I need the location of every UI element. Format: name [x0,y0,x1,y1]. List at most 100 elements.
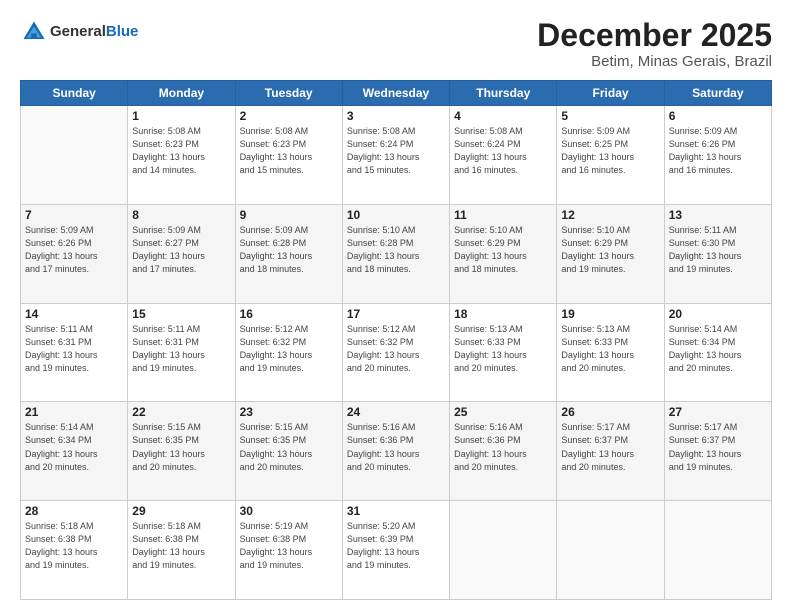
calendar-week-row: 1 Sunrise: 5:08 AM Sunset: 6:23 PM Daylig… [21,106,772,205]
month-title: December 2025 [537,18,772,53]
table-row: 10 Sunrise: 5:10 AM Sunset: 6:28 PM Dayli… [342,204,449,303]
day-info: Sunrise: 5:14 AM Sunset: 6:34 PM Dayligh… [25,421,123,473]
table-row [664,501,771,600]
day-number: 26 [561,405,659,419]
table-row: 24Sunrise: 5:16 AM Sunset: 6:36 PM Dayli… [342,402,449,501]
title-section: December 2025 Betim, Minas Gerais, Brazi… [537,18,772,70]
calendar-week-row: 21Sunrise: 5:14 AM Sunset: 6:34 PM Dayli… [21,402,772,501]
logo-icon [20,18,48,46]
day-number: 30 [240,504,338,518]
table-row: 2 Sunrise: 5:08 AM Sunset: 6:23 PM Daylig… [235,106,342,205]
day-info: Sunrise: 5:09 AM Sunset: 6:25 PM Dayligh… [561,125,659,177]
table-row: 8 Sunrise: 5:09 AM Sunset: 6:27 PM Daylig… [128,204,235,303]
day-info: Sunrise: 5:13 AM Sunset: 6:33 PM Dayligh… [561,323,659,375]
day-info: Sunrise: 5:12 AM Sunset: 6:32 PM Dayligh… [240,323,338,375]
day-info: Sunrise: 5:18 AM Sunset: 6:38 PM Dayligh… [132,520,230,572]
table-row: 14 Sunrise: 5:11 AM Sunset: 6:31 PM Dayli… [21,303,128,402]
header-saturday: Saturday [664,81,771,106]
table-row: 4 Sunrise: 5:08 AM Sunset: 6:24 PM Daylig… [450,106,557,205]
table-row [450,501,557,600]
table-row: 29 Sunrise: 5:18 AM Sunset: 6:38 PM Dayli… [128,501,235,600]
day-info: Sunrise: 5:15 AM Sunset: 6:35 PM Dayligh… [240,421,338,473]
day-number: 11 [454,208,552,222]
day-number: 13 [669,208,767,222]
logo-general: General [50,23,106,40]
day-info: Sunrise: 5:17 AM Sunset: 6:37 PM Dayligh… [669,421,767,473]
location-subtitle: Betim, Minas Gerais, Brazil [537,53,772,70]
calendar-week-row: 28 Sunrise: 5:18 AM Sunset: 6:38 PM Dayli… [21,501,772,600]
table-row: 18Sunrise: 5:13 AM Sunset: 6:33 PM Dayli… [450,303,557,402]
day-number: 12 [561,208,659,222]
day-info: Sunrise: 5:09 AM Sunset: 6:26 PM Dayligh… [669,125,767,177]
day-number: 7 [25,208,123,222]
day-number: 31 [347,504,445,518]
day-info: Sunrise: 5:13 AM Sunset: 6:33 PM Dayligh… [454,323,552,375]
day-info: Sunrise: 5:11 AM Sunset: 6:31 PM Dayligh… [132,323,230,375]
day-number: 3 [347,109,445,123]
day-number: 29 [132,504,230,518]
table-row: 9Sunrise: 5:09 AM Sunset: 6:28 PM Daylig… [235,204,342,303]
day-info: Sunrise: 5:08 AM Sunset: 6:23 PM Dayligh… [240,125,338,177]
logo: GeneralBlue [20,18,138,46]
day-number: 19 [561,307,659,321]
table-row: 16 Sunrise: 5:12 AM Sunset: 6:32 PM Dayli… [235,303,342,402]
day-number: 14 [25,307,123,321]
table-row: 6 Sunrise: 5:09 AM Sunset: 6:26 PM Daylig… [664,106,771,205]
header-wednesday: Wednesday [342,81,449,106]
table-row: 30Sunrise: 5:19 AM Sunset: 6:38 PM Dayli… [235,501,342,600]
day-info: Sunrise: 5:08 AM Sunset: 6:24 PM Dayligh… [454,125,552,177]
day-number: 8 [132,208,230,222]
table-row: 1 Sunrise: 5:08 AM Sunset: 6:23 PM Daylig… [128,106,235,205]
day-info: Sunrise: 5:20 AM Sunset: 6:39 PM Dayligh… [347,520,445,572]
table-row: 7 Sunrise: 5:09 AM Sunset: 6:26 PM Daylig… [21,204,128,303]
table-row: 11 Sunrise: 5:10 AM Sunset: 6:29 PM Dayli… [450,204,557,303]
header-tuesday: Tuesday [235,81,342,106]
table-row: 3Sunrise: 5:08 AM Sunset: 6:24 PM Daylig… [342,106,449,205]
table-row: 28 Sunrise: 5:18 AM Sunset: 6:38 PM Dayli… [21,501,128,600]
header-thursday: Thursday [450,81,557,106]
table-row: 21Sunrise: 5:14 AM Sunset: 6:34 PM Dayli… [21,402,128,501]
day-number: 16 [240,307,338,321]
day-info: Sunrise: 5:11 AM Sunset: 6:30 PM Dayligh… [669,224,767,276]
table-row: 25Sunrise: 5:16 AM Sunset: 6:36 PM Dayli… [450,402,557,501]
day-info: Sunrise: 5:09 AM Sunset: 6:28 PM Dayligh… [240,224,338,276]
day-info: Sunrise: 5:09 AM Sunset: 6:26 PM Dayligh… [25,224,123,276]
day-info: Sunrise: 5:08 AM Sunset: 6:23 PM Dayligh… [132,125,230,177]
calendar-table: Sunday Monday Tuesday Wednesday Thursday… [20,80,772,600]
day-number: 27 [669,405,767,419]
day-number: 10 [347,208,445,222]
table-row [21,106,128,205]
day-info: Sunrise: 5:09 AM Sunset: 6:27 PM Dayligh… [132,224,230,276]
day-info: Sunrise: 5:16 AM Sunset: 6:36 PM Dayligh… [347,421,445,473]
table-row: 13 Sunrise: 5:11 AM Sunset: 6:30 PM Dayli… [664,204,771,303]
day-info: Sunrise: 5:10 AM Sunset: 6:29 PM Dayligh… [561,224,659,276]
day-info: Sunrise: 5:15 AM Sunset: 6:35 PM Dayligh… [132,421,230,473]
header-friday: Friday [557,81,664,106]
day-number: 1 [132,109,230,123]
table-row: 23Sunrise: 5:15 AM Sunset: 6:35 PM Dayli… [235,402,342,501]
day-info: Sunrise: 5:10 AM Sunset: 6:28 PM Dayligh… [347,224,445,276]
day-info: Sunrise: 5:11 AM Sunset: 6:31 PM Dayligh… [25,323,123,375]
header-monday: Monday [128,81,235,106]
day-number: 4 [454,109,552,123]
day-number: 15 [132,307,230,321]
calendar-body: 1 Sunrise: 5:08 AM Sunset: 6:23 PM Daylig… [21,106,772,600]
day-number: 6 [669,109,767,123]
day-number: 22 [132,405,230,419]
logo-blue: Blue [106,23,139,40]
table-row: 12 Sunrise: 5:10 AM Sunset: 6:29 PM Dayli… [557,204,664,303]
table-row: 22 Sunrise: 5:15 AM Sunset: 6:35 PM Dayli… [128,402,235,501]
day-number: 2 [240,109,338,123]
table-row [557,501,664,600]
day-info: Sunrise: 5:10 AM Sunset: 6:29 PM Dayligh… [454,224,552,276]
header: GeneralBlue December 2025 Betim, Minas G… [20,18,772,70]
day-info: Sunrise: 5:12 AM Sunset: 6:32 PM Dayligh… [347,323,445,375]
table-row: 17Sunrise: 5:12 AM Sunset: 6:32 PM Dayli… [342,303,449,402]
table-row: 27 Sunrise: 5:17 AM Sunset: 6:37 PM Dayli… [664,402,771,501]
day-number: 28 [25,504,123,518]
day-info: Sunrise: 5:14 AM Sunset: 6:34 PM Dayligh… [669,323,767,375]
weekday-header-row: Sunday Monday Tuesday Wednesday Thursday… [21,81,772,106]
day-info: Sunrise: 5:18 AM Sunset: 6:38 PM Dayligh… [25,520,123,572]
calendar-week-row: 7 Sunrise: 5:09 AM Sunset: 6:26 PM Daylig… [21,204,772,303]
table-row: 26Sunrise: 5:17 AM Sunset: 6:37 PM Dayli… [557,402,664,501]
